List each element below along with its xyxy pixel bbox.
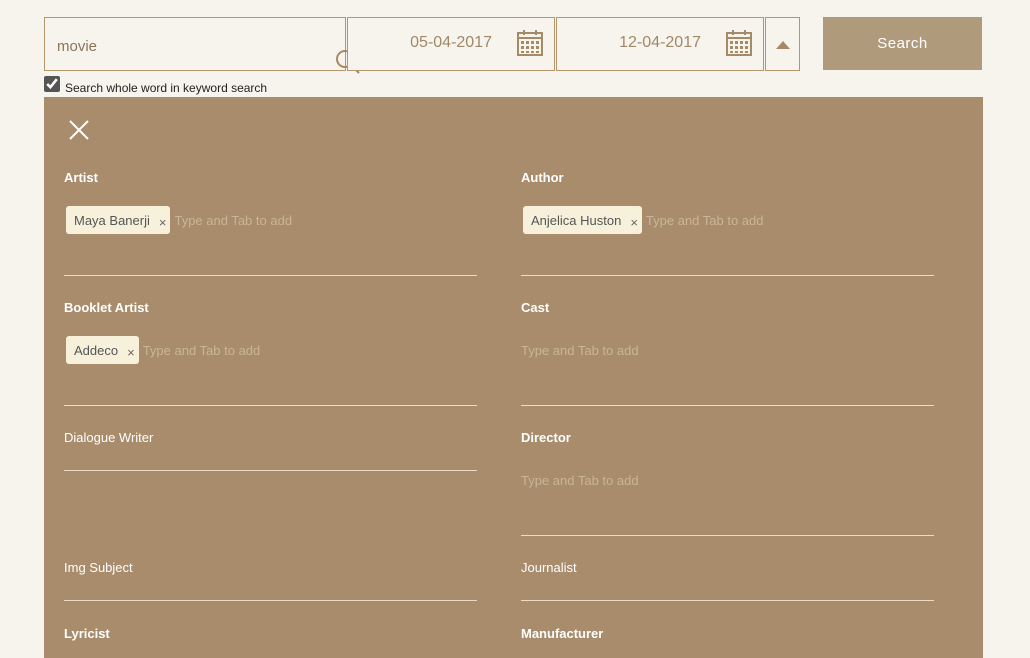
field-label: Journalist (521, 560, 577, 575)
tag: Addeco × (66, 336, 139, 364)
field-label: Dialogue Writer (64, 430, 154, 445)
caret-up-icon (776, 41, 790, 49)
close-icon[interactable] (68, 119, 90, 141)
field-manufacturer: Manufacturer (521, 626, 934, 656)
tag-input[interactable] (521, 342, 671, 358)
tag-label: Maya Banerji (74, 212, 150, 228)
field-artist: Artist Maya Banerji × (64, 170, 477, 276)
field-author: Author Anjelica Huston × (521, 170, 934, 276)
remove-tag-icon[interactable]: × (127, 345, 135, 360)
tag-row (521, 465, 671, 495)
field-lyricist: Lyricist (64, 626, 477, 656)
remove-tag-icon[interactable]: × (159, 215, 167, 230)
field-underline (521, 275, 934, 276)
whole-word-checkbox[interactable] (44, 76, 60, 92)
field-booklet-artist: Booklet Artist Addeco × (64, 300, 477, 406)
tag-row: Maya Banerji × (64, 205, 325, 235)
tag-row: Anjelica Huston × (521, 205, 796, 235)
date-from-field[interactable]: 05-04-2017 (347, 17, 555, 71)
field-underline (521, 535, 934, 536)
remove-tag-icon[interactable]: × (630, 215, 638, 230)
field-label: Director (521, 430, 571, 445)
tag-input[interactable] (645, 212, 796, 228)
field-director: Director (521, 430, 934, 536)
advanced-search-panel: Artist Maya Banerji × Author Anjelica Hu… (44, 97, 983, 658)
field-underline (521, 600, 934, 601)
field-underline (64, 275, 477, 276)
tag-input[interactable] (174, 212, 325, 228)
date-to-value: 12-04-2017 (619, 34, 701, 51)
field-label: Img Subject (64, 560, 133, 575)
field-underline (64, 405, 477, 406)
field-underline (521, 405, 934, 406)
whole-word-label: Search whole word in keyword search (65, 81, 268, 95)
field-img-subject: Img Subject (64, 560, 477, 601)
field-label: Booklet Artist (64, 300, 149, 315)
field-journalist: Journalist (521, 560, 934, 601)
keyword-search-input[interactable] (57, 35, 277, 57)
field-label: Cast (521, 300, 550, 315)
toggle-advanced-button[interactable] (765, 17, 800, 71)
search-button[interactable]: Search (823, 17, 982, 70)
field-label: Lyricist (64, 626, 110, 641)
tag-input[interactable] (521, 472, 671, 488)
field-underline (64, 600, 477, 601)
date-to-field[interactable]: 12-04-2017 (556, 17, 764, 71)
field-dialogue-writer: Dialogue Writer (64, 430, 477, 471)
tag-label: Addeco (74, 342, 119, 358)
field-label: Author (521, 170, 564, 185)
field-label: Manufacturer (521, 626, 604, 641)
tag-row (521, 335, 671, 365)
field-label: Artist (64, 170, 98, 185)
tag: Anjelica Huston × (523, 206, 642, 234)
date-from-value: 05-04-2017 (410, 34, 492, 51)
tag-input[interactable] (142, 342, 293, 358)
calendar-icon[interactable] (725, 29, 753, 57)
field-cast: Cast (521, 300, 934, 406)
calendar-icon[interactable] (516, 29, 544, 57)
tag: Maya Banerji × (66, 206, 171, 234)
keyword-search-box (44, 17, 360, 74)
field-underline (64, 470, 477, 471)
tag-label: Anjelica Huston (531, 212, 622, 228)
tag-row: Addeco × (64, 335, 293, 365)
